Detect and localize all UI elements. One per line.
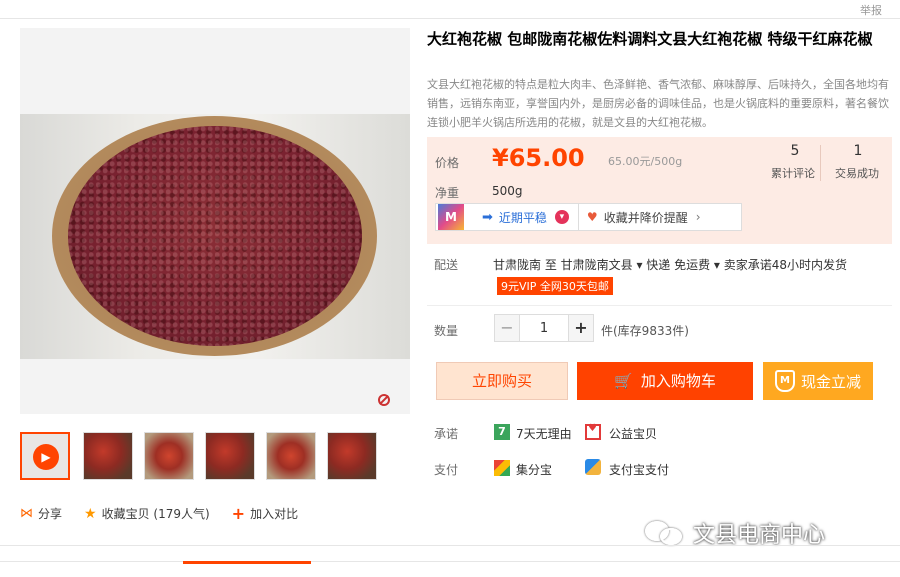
price-value: ¥65.00 <box>492 144 585 172</box>
cash-discount-button[interactable]: M 现金立减 <box>763 362 873 400</box>
heart-icon: ♥ <box>586 210 598 224</box>
thumbnail[interactable] <box>83 432 133 480</box>
quantity-input[interactable]: 1 <box>519 314 569 342</box>
divider <box>0 545 900 546</box>
report-link[interactable]: 举报 <box>860 2 882 18</box>
plus-icon: + <box>231 504 246 523</box>
stock-info: 件(库存9833件) <box>601 324 689 338</box>
review-count[interactable]: 5 <box>783 143 807 159</box>
play-icon: ▶ <box>33 444 59 470</box>
trend-text: 近期平稳 <box>498 210 547 225</box>
thumbnail-video[interactable]: ▶ <box>20 432 70 480</box>
price-trend-bar[interactable]: M ➡ 近期平稳 ▾ ♥ 收藏并降价提醒 › <box>435 203 742 231</box>
arrow-right-icon: ➡ <box>482 209 493 225</box>
zoom-icon[interactable] <box>378 394 390 406</box>
add-to-cart-button[interactable]: 🛒 加入购物车 <box>577 362 753 400</box>
unit-price: 65.00元/500g <box>608 155 683 168</box>
active-tab-indicator <box>183 561 311 564</box>
thumbnail[interactable] <box>144 432 194 480</box>
compare-button[interactable]: + 加入对比 <box>232 504 298 523</box>
favorite-label: 收藏宝贝 (179人气) <box>101 507 210 521</box>
price-box: 价格 ¥65.00 65.00元/500g 5 累计评论 1 交易成功 净重 5… <box>427 137 892 244</box>
quantity-plus-button[interactable]: + <box>568 314 594 342</box>
payment-label: 支付 <box>434 463 459 477</box>
shipping-label: 配送 <box>434 258 459 272</box>
cart-icon: 🛒 <box>614 372 633 390</box>
seven-day-return[interactable]: 7天无理由 <box>516 425 572 442</box>
promise-label: 承诺 <box>434 427 459 441</box>
share-label: 分享 <box>38 507 63 521</box>
share-icon: ⋈ <box>20 506 33 521</box>
thumbnail[interactable] <box>205 432 255 480</box>
divider <box>0 18 900 19</box>
bottom-tab-bar <box>0 561 900 577</box>
product-photo <box>20 114 410 359</box>
deal-label: 交易成功 <box>835 167 879 180</box>
net-weight-label: 净重 <box>435 186 460 200</box>
thumbnail[interactable] <box>266 432 316 480</box>
jifenbao-icon <box>494 460 510 476</box>
deal-count: 1 <box>853 143 863 159</box>
review-label[interactable]: 累计评论 <box>771 165 815 181</box>
chevron-right-icon: › <box>695 210 701 224</box>
peppercorns <box>68 126 362 346</box>
divider <box>427 305 892 306</box>
price-alert-button[interactable]: 收藏并降价提醒 <box>604 209 688 226</box>
buy-now-button[interactable]: 立即购买 <box>436 362 568 400</box>
down-icon: ▾ <box>554 210 569 224</box>
share-button[interactable]: ⋈ 分享 <box>20 505 62 522</box>
quantity-minus-button[interactable]: − <box>494 314 520 342</box>
shipping-info[interactable]: 甘肃陇南 至 甘肃陇南文县 ▾ 快递 免运费 ▾ 卖家承诺48小时内发货 <box>493 256 847 273</box>
add-to-cart-label: 加入购物车 <box>640 372 716 390</box>
alipay-option[interactable]: 支付宝支付 <box>609 461 669 478</box>
charity-icon <box>585 423 601 440</box>
wechat-icon <box>645 519 685 547</box>
net-weight-value: 500g <box>492 184 523 198</box>
compare-label: 加入对比 <box>250 507 299 521</box>
product-description: 文县大红袍花椒的特点是粒大肉丰、色泽鲜艳、香气浓郁、麻味醇厚、后味持久，全国各地… <box>427 78 889 129</box>
seven-day-icon: 7 <box>494 424 510 440</box>
alipay-icon <box>585 459 601 475</box>
quantity-label: 数量 <box>434 324 459 338</box>
divider <box>577 204 579 230</box>
cash-discount-label: 现金立减 <box>800 372 861 391</box>
product-title: 大红袍花椒 包邮陇南花椒佐料调料文县大红袍花椒 特级干红麻花椒 <box>427 30 873 48</box>
m-logo-icon: M <box>438 204 464 230</box>
vip-tag[interactable]: 9元VIP 全网30天包邮 <box>497 277 613 295</box>
share-row: ⋈ 分享 ★ 收藏宝贝 (179人气) + 加入对比 <box>20 504 298 523</box>
divider <box>820 145 821 181</box>
shield-icon: M <box>774 370 795 392</box>
main-product-image[interactable] <box>20 28 410 414</box>
charity-item[interactable]: 公益宝贝 <box>609 425 657 442</box>
thumbnail[interactable] <box>327 432 377 480</box>
star-icon: ★ <box>84 505 97 522</box>
favorite-button[interactable]: ★ 收藏宝贝 (179人气) <box>84 505 210 522</box>
price-label: 价格 <box>435 156 460 170</box>
jifenbao-option[interactable]: 集分宝 <box>516 461 552 478</box>
